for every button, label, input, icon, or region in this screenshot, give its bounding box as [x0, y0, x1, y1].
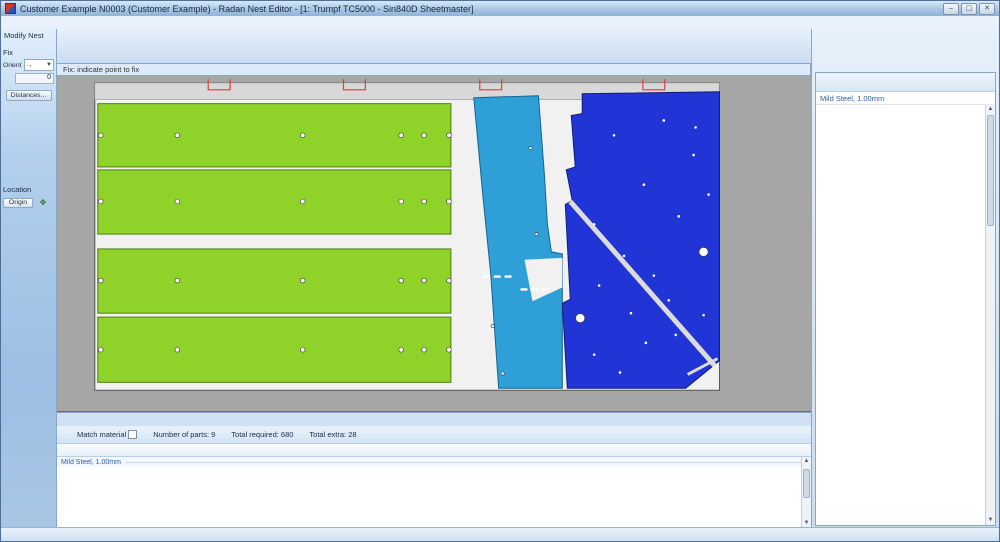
nests-list: ▲ ▼	[816, 105, 995, 525]
parts-table-body: Mild Steel, 1.00mm ▲ ▼	[57, 457, 811, 528]
orient-label: Orient	[3, 62, 22, 69]
angle-input[interactable]: 0	[15, 73, 54, 84]
close-button[interactable]: ✕	[979, 3, 995, 15]
distances-button[interactable]: Distances...	[6, 90, 52, 101]
menu-bar	[1, 16, 999, 30]
scroll-thumb[interactable]	[987, 115, 994, 226]
scroll-up-icon[interactable]: ▲	[802, 457, 811, 466]
parts-table-header	[57, 444, 811, 457]
parts-panel: Match material Number of parts: 9 Total …	[57, 412, 811, 528]
nests-group-label: Mild Steel, 1.00mm	[820, 94, 884, 103]
sidebar-title: Modify Nest	[4, 31, 54, 40]
nested-part-green-4[interactable]	[98, 317, 451, 382]
nested-part-green-1[interactable]	[98, 104, 451, 167]
nests-panel-tabs	[812, 58, 999, 72]
standard-toolbar	[61, 30, 345, 46]
nested-part-blue[interactable]	[562, 92, 719, 388]
prompt-text: Fix: indicate point to fix	[63, 65, 139, 74]
modify-nest-sidebar: Modify Nest Fix Orient → ▼ 0 Distances..…	[1, 29, 57, 528]
match-material-checkbox[interactable]	[128, 430, 137, 439]
material-group-label: Mild Steel, 1.00mm	[61, 459, 121, 466]
nests-panel: Mild Steel, 1.00mm ▲ ▼	[811, 29, 999, 528]
scroll-thumb[interactable]	[803, 469, 810, 498]
title-bar[interactable]: Customer Example N0003 (Customer Example…	[1, 1, 999, 16]
match-material-label: Match material	[77, 430, 126, 439]
window-controls: – ▢ ✕	[943, 3, 995, 15]
center-column: Fix: indicate point to fix	[57, 29, 811, 528]
parts-table-scrollbar[interactable]: ▲ ▼	[801, 457, 811, 528]
minimize-button[interactable]: –	[943, 3, 959, 15]
orient-dropdown[interactable]: → ▼	[24, 59, 54, 71]
origin-snap-icon[interactable]: ✥	[36, 196, 50, 209]
nested-part-green-3[interactable]	[98, 249, 451, 313]
parts-toolbar: Match material Number of parts: 9 Total …	[57, 426, 811, 444]
radan-nest-editor-window: Customer Example N0003 (Customer Example…	[0, 0, 1000, 542]
nested-part-green-2[interactable]	[98, 170, 451, 234]
location-section-header: Location	[3, 185, 54, 194]
prompt-bar: Fix: indicate point to fix	[57, 63, 811, 76]
orient-value: →	[26, 62, 33, 69]
nest-canvas[interactable]	[57, 76, 811, 412]
nests-toolbar	[816, 73, 995, 92]
scroll-down-icon[interactable]: ▼	[986, 516, 995, 525]
number-of-parts: Number of parts: 9	[153, 430, 215, 439]
chevron-down-icon: ▼	[46, 62, 52, 68]
app-icon	[5, 3, 16, 14]
status-bar	[1, 527, 999, 541]
total-extra: Total extra: 28	[309, 430, 356, 439]
parts-panel-tabs	[57, 413, 811, 426]
scroll-up-icon[interactable]: ▲	[986, 105, 995, 114]
nests-material-group: Mild Steel, 1.00mm	[816, 92, 995, 105]
main-body: Modify Nest Fix Orient → ▼ 0 Distances..…	[1, 29, 999, 528]
nests-scrollbar[interactable]: ▲ ▼	[985, 105, 995, 525]
maximize-button[interactable]: ▢	[961, 3, 977, 15]
material-group-row: Mild Steel, 1.00mm	[57, 457, 811, 467]
fix-section-header: Fix	[3, 48, 54, 57]
origin-button[interactable]: Origin	[3, 198, 33, 208]
total-required: Total required: 680	[231, 430, 293, 439]
nest-navigation-toolbar	[61, 46, 345, 62]
toolbar-area	[57, 29, 811, 63]
nest-drawing	[57, 76, 811, 411]
window-title: Customer Example N0003 (Customer Example…	[20, 4, 939, 14]
